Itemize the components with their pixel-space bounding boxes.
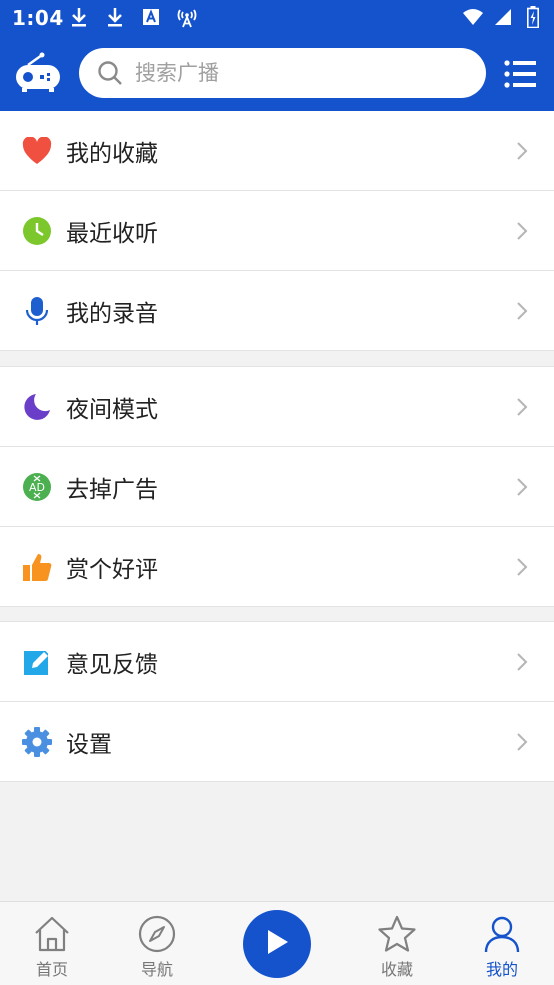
broadcast-antenna-icon — [176, 6, 198, 28]
tab-mine[interactable]: 我的 — [462, 902, 542, 985]
notification-icons — [68, 6, 198, 28]
tab-label: 我的 — [485, 960, 518, 979]
compass-icon — [137, 914, 177, 954]
chevron-right-icon — [516, 141, 528, 161]
chevron-right-icon — [516, 557, 528, 577]
star-icon — [377, 914, 417, 954]
bottom-tab-bar: 首页 导航 收藏 我的 — [0, 901, 554, 985]
menu-item-recordings[interactable]: 我的录音 — [0, 271, 554, 351]
menu-list-icon[interactable] — [504, 59, 536, 89]
menu-label: 意见反馈 — [66, 651, 158, 678]
tab-favorites[interactable]: 收藏 — [357, 902, 437, 985]
tab-home[interactable]: 首页 — [12, 902, 92, 985]
search-icon — [97, 60, 123, 86]
status-bar: 1:04 — [0, 0, 554, 36]
play-icon — [264, 928, 290, 960]
tab-label: 首页 — [35, 960, 68, 979]
thumbs-up-icon — [22, 552, 52, 582]
search-bar[interactable] — [79, 48, 486, 98]
menu-item-rate-app[interactable]: 赏个好评 — [0, 527, 554, 607]
app-header — [0, 36, 554, 111]
tab-navigation[interactable]: 导航 — [117, 902, 197, 985]
menu-item-favorites[interactable]: 我的收藏 — [0, 111, 554, 191]
menu-item-recent[interactable]: 最近收听 — [0, 191, 554, 271]
chevron-right-icon — [516, 477, 528, 497]
chevron-right-icon — [516, 732, 528, 752]
microphone-icon — [22, 296, 52, 326]
gear-icon — [22, 727, 52, 757]
home-icon — [32, 914, 72, 954]
menu-label: 最近收听 — [66, 220, 158, 247]
play-button[interactable] — [243, 910, 311, 978]
radio-logo-icon[interactable] — [14, 52, 62, 94]
menu-group-collection: 我的收藏 最近收听 我的录音 — [0, 111, 554, 351]
menu-label: 我的收藏 — [66, 140, 158, 167]
moon-icon — [22, 392, 52, 422]
menu-label: 去掉广告 — [66, 476, 158, 503]
download-icon — [68, 6, 90, 28]
person-icon — [482, 914, 522, 954]
download-icon — [104, 6, 126, 28]
remove-ads-icon: AD — [22, 472, 52, 502]
heart-icon — [22, 136, 52, 166]
signal-icon — [492, 6, 514, 28]
system-icons — [462, 6, 544, 28]
tab-label: 收藏 — [380, 960, 413, 979]
clock-icon — [22, 216, 52, 246]
svg-text:AD: AD — [29, 481, 45, 494]
menu-label: 夜间模式 — [66, 396, 158, 423]
menu-item-night-mode[interactable]: 夜间模式 — [0, 367, 554, 447]
wifi-icon — [462, 6, 484, 28]
chevron-right-icon — [516, 652, 528, 672]
menu-group-support: 意见反馈 设置 — [0, 621, 554, 782]
font-a-icon — [140, 6, 162, 28]
menu-label: 赏个好评 — [66, 556, 158, 583]
menu-item-settings[interactable]: 设置 — [0, 702, 554, 782]
menu-group-preferences: 夜间模式 AD 去掉广告 赏个好评 — [0, 366, 554, 607]
chevron-right-icon — [516, 301, 528, 321]
menu-item-remove-ads[interactable]: AD 去掉广告 — [0, 447, 554, 527]
search-input[interactable] — [135, 61, 455, 85]
menu-label: 设置 — [66, 731, 112, 758]
menu-label: 我的录音 — [66, 300, 158, 327]
status-time: 1:04 — [12, 6, 64, 30]
chevron-right-icon — [516, 221, 528, 241]
battery-icon — [522, 6, 544, 28]
menu-item-feedback[interactable]: 意见反馈 — [0, 622, 554, 702]
feedback-edit-icon — [22, 647, 52, 677]
tab-label: 导航 — [140, 960, 173, 979]
chevron-right-icon — [516, 397, 528, 417]
